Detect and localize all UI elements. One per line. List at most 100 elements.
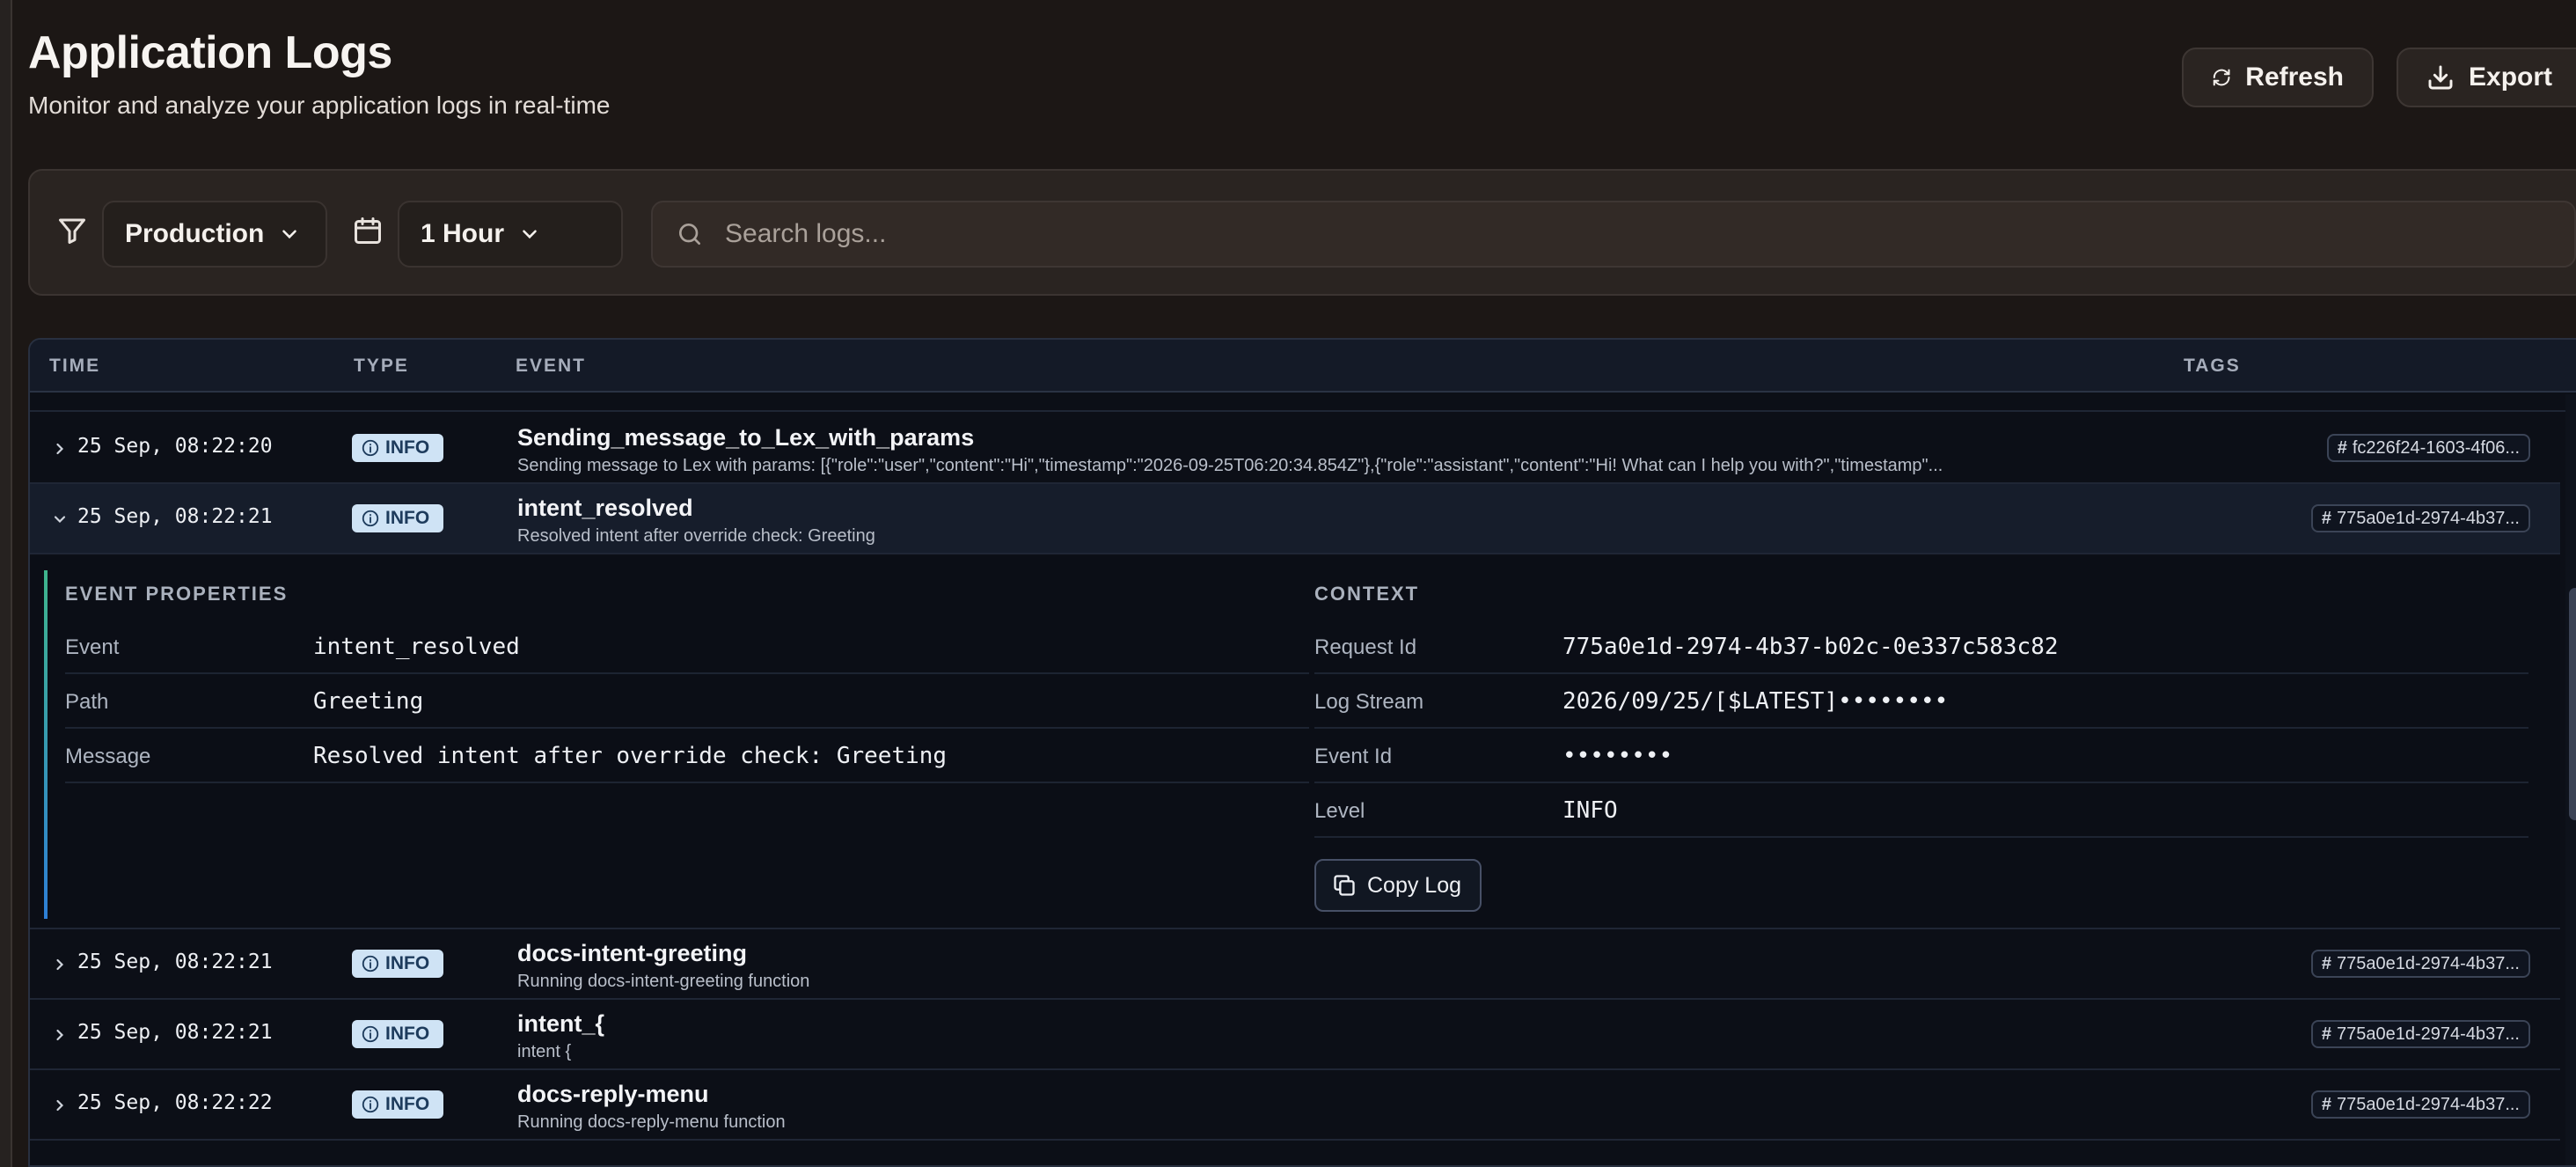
context-value: 775a0e1d-2974-4b37-b02c-0e337c583c82 bbox=[1562, 634, 2059, 660]
filter-bar: Production 1 Hour bbox=[28, 169, 2576, 296]
table-scrollbar[interactable] bbox=[2565, 394, 2576, 1165]
property-value: Resolved intent after override check: Gr… bbox=[313, 743, 948, 769]
info-circle-icon bbox=[362, 439, 379, 457]
detail-accent-bar bbox=[44, 570, 48, 919]
table-row-clipped bbox=[30, 394, 2576, 412]
row-time: 25 Sep, 08:22:21 bbox=[77, 950, 273, 973]
time-range-value: 1 Hour bbox=[421, 219, 505, 248]
refresh-icon bbox=[2213, 69, 2230, 86]
page-subtitle: Monitor and analyze your application log… bbox=[28, 92, 611, 119]
copy-log-label: Copy Log bbox=[1367, 872, 1462, 898]
property-row: Path Greeting bbox=[65, 674, 1309, 729]
chevron-right-icon[interactable] bbox=[51, 1026, 69, 1044]
info-circle-icon bbox=[362, 1096, 379, 1113]
context-key: Log Stream bbox=[1314, 690, 1424, 714]
time-range-select[interactable]: 1 Hour bbox=[398, 201, 623, 268]
chevron-right-icon[interactable] bbox=[51, 440, 69, 458]
chevron-down-icon bbox=[523, 230, 537, 239]
context-row: Event Id •••••••• bbox=[1314, 729, 2528, 783]
context-value: 2026/09/25/[$LATEST]•••••••• bbox=[1562, 688, 1949, 715]
row-time: 25 Sep, 08:22:22 bbox=[77, 1091, 273, 1114]
event-description: Sending message to Lex with params: [{"r… bbox=[517, 456, 1943, 475]
row-time: 25 Sep, 08:22:21 bbox=[77, 505, 273, 528]
context-key: Request Id bbox=[1314, 635, 1417, 659]
property-value: Greeting bbox=[313, 688, 424, 715]
request-tag[interactable]: # 775a0e1d-2974-4b37... bbox=[2310, 504, 2530, 532]
event-description: intent { bbox=[517, 1042, 572, 1061]
context-key: Event Id bbox=[1314, 745, 1393, 768]
context-value: •••••••• bbox=[1562, 743, 1673, 769]
refresh-label: Refresh bbox=[2245, 62, 2344, 92]
chevron-right-icon[interactable] bbox=[51, 1097, 69, 1114]
event-description: Running docs-intent-greeting function bbox=[517, 972, 810, 991]
event-description: Resolved intent after override check: Gr… bbox=[517, 526, 875, 546]
type-label: INFO bbox=[385, 508, 430, 528]
column-header-type[interactable]: TYPE bbox=[354, 356, 409, 377]
context-row: Level INFO bbox=[1314, 783, 2528, 838]
column-header-event[interactable]: EVENT bbox=[516, 356, 586, 377]
context-key: Level bbox=[1314, 799, 1365, 823]
row-time: 25 Sep, 08:22:21 bbox=[77, 1021, 273, 1044]
column-header-time[interactable]: TIME bbox=[49, 356, 100, 377]
request-tag[interactable]: # 775a0e1d-2974-4b37... bbox=[2310, 1090, 2530, 1119]
property-row: Event intent_resolved bbox=[65, 620, 1309, 674]
table-row[interactable]: 25 Sep, 08:22:20 INFO Sending_message_to… bbox=[30, 414, 2560, 484]
tag-label: fc226f24-1603-4f06... bbox=[2352, 437, 2520, 458]
table-row-expanded[interactable]: 25 Sep, 08:22:21 INFO intent_resolved Re… bbox=[30, 484, 2560, 554]
search-icon bbox=[679, 224, 700, 245]
event-name: intent_{ bbox=[517, 1010, 605, 1037]
context-row: Request Id 775a0e1d-2974-4b37-b02c-0e337… bbox=[1314, 620, 2528, 674]
event-name: intent_resolved bbox=[517, 495, 693, 521]
refresh-button[interactable]: Refresh bbox=[2182, 48, 2374, 107]
event-name: docs-reply-menu bbox=[517, 1081, 709, 1107]
tag-label: 775a0e1d-2974-4b37... bbox=[2337, 508, 2520, 528]
type-badge: INFO bbox=[352, 1090, 443, 1119]
type-badge: INFO bbox=[352, 434, 443, 462]
scrollbar-thumb[interactable] bbox=[2569, 588, 2576, 820]
hash-icon: # bbox=[2321, 1094, 2332, 1114]
type-label: INFO bbox=[385, 1024, 430, 1044]
tag-label: 775a0e1d-2974-4b37... bbox=[2337, 1094, 2520, 1114]
calendar-icon bbox=[355, 217, 381, 244]
request-tag[interactable]: # 775a0e1d-2974-4b37... bbox=[2310, 950, 2530, 978]
download-icon bbox=[2428, 65, 2453, 90]
context-value: INFO bbox=[1562, 797, 1618, 824]
property-key: Event bbox=[65, 635, 120, 659]
info-circle-icon bbox=[362, 955, 379, 972]
hash-icon: # bbox=[2337, 437, 2347, 458]
event-description: Running docs-reply-menu function bbox=[517, 1112, 786, 1132]
chevron-down-icon[interactable] bbox=[51, 510, 69, 528]
event-properties-title: EVENT PROPERTIES bbox=[65, 583, 289, 605]
column-header-tags[interactable]: TAGS bbox=[2184, 356, 2241, 377]
copy-log-button[interactable]: Copy Log bbox=[1314, 859, 1482, 912]
left-rail bbox=[0, 0, 12, 1167]
search-box[interactable] bbox=[651, 201, 2576, 268]
tag-label: 775a0e1d-2974-4b37... bbox=[2337, 1024, 2520, 1044]
info-circle-icon bbox=[362, 1025, 379, 1043]
request-tag[interactable]: # fc226f24-1603-4f06... bbox=[2326, 434, 2530, 462]
chevron-right-icon[interactable] bbox=[51, 956, 69, 973]
search-input[interactable] bbox=[725, 219, 2485, 249]
event-name: docs-intent-greeting bbox=[517, 940, 747, 966]
tag-label: 775a0e1d-2974-4b37... bbox=[2337, 953, 2520, 973]
export-button[interactable]: Export bbox=[2397, 48, 2576, 107]
copy-icon bbox=[1334, 875, 1355, 896]
property-key: Path bbox=[65, 690, 109, 714]
log-detail-panel: EVENT PROPERTIES Event intent_resolved P… bbox=[30, 556, 2560, 929]
info-circle-icon bbox=[362, 510, 379, 527]
environment-value: Production bbox=[125, 219, 265, 248]
table-row[interactable]: 25 Sep, 08:22:21 INFO docs-intent-greeti… bbox=[30, 929, 2560, 1000]
export-label: Export bbox=[2469, 62, 2553, 92]
event-name: Sending_message_to_Lex_with_params bbox=[517, 424, 975, 451]
table-row[interactable]: 25 Sep, 08:22:22 INFO docs-reply-menu Ru… bbox=[30, 1070, 2560, 1141]
type-badge: INFO bbox=[352, 504, 443, 532]
table-row[interactable]: 25 Sep, 08:22:21 INFO intent_{ intent { … bbox=[30, 1000, 2560, 1070]
table-header: TIME TYPE EVENT TAGS bbox=[30, 340, 2576, 393]
type-badge: INFO bbox=[352, 950, 443, 978]
page-title: Application Logs bbox=[28, 27, 392, 78]
request-tag[interactable]: # 775a0e1d-2974-4b37... bbox=[2310, 1020, 2530, 1048]
page-header: Application Logs Monitor and analyze you… bbox=[28, 26, 610, 120]
property-row: Message Resolved intent after override c… bbox=[65, 729, 1309, 783]
hash-icon: # bbox=[2321, 508, 2332, 528]
environment-select[interactable]: Production bbox=[102, 201, 327, 268]
